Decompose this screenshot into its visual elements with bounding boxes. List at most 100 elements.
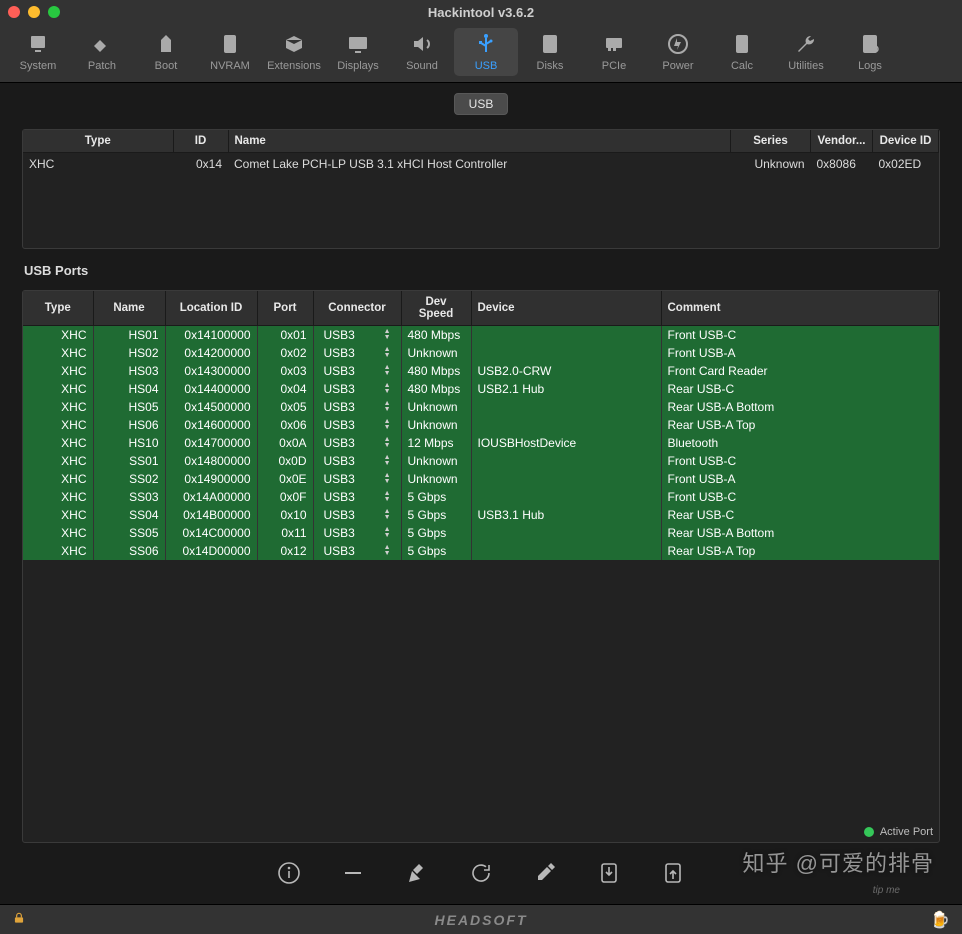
stepper-icon: ▲▼	[384, 401, 391, 413]
pcol-device[interactable]: Device	[471, 291, 661, 326]
controllers-panel: Type ID Name Series Vendor... Device ID …	[22, 129, 940, 249]
pcol-connector[interactable]: Connector	[313, 291, 401, 326]
stepper-icon: ▲▼	[384, 365, 391, 377]
inject-button[interactable]	[533, 861, 557, 888]
connector-select[interactable]: USB3▲▼	[320, 364, 395, 378]
connector-select[interactable]: USB3▲▼	[320, 544, 395, 558]
toolbar-label: Patch	[88, 60, 116, 72]
stepper-icon: ▲▼	[384, 473, 391, 485]
footer: HEADSOFT 🍺	[0, 904, 962, 934]
toolbar-label: Utilities	[788, 60, 823, 72]
connector-select[interactable]: USB3▲▼	[320, 472, 395, 486]
ports-panel: Type Name Location ID Port Connector Dev…	[22, 290, 940, 843]
patch-icon	[88, 32, 116, 56]
toolbar-boot[interactable]: Boot	[134, 28, 198, 76]
col-type[interactable]: Type	[23, 130, 173, 153]
content: USB Type ID Name Series Vendor... Device…	[0, 83, 962, 904]
pcol-name[interactable]: Name	[93, 291, 165, 326]
import-button[interactable]	[597, 861, 621, 888]
stepper-icon: ▲▼	[384, 329, 391, 341]
stepper-icon: ▲▼	[384, 491, 391, 503]
toolbar-label: Boot	[155, 60, 178, 72]
legend-active: Active Port	[880, 826, 933, 838]
port-row[interactable]: XHCSS010x148000000x0DUSB3▲▼UnknownFront …	[23, 452, 939, 470]
tab-usb[interactable]: USB	[454, 93, 509, 115]
extensions-icon	[280, 32, 308, 56]
port-row[interactable]: XHCHS020x142000000x02USB3▲▼UnknownFront …	[23, 344, 939, 362]
toolbar-label: Calc	[731, 60, 753, 72]
ports-table-head: Type Name Location ID Port Connector Dev…	[23, 291, 939, 326]
toolbar-extensions[interactable]: Extensions	[262, 28, 326, 76]
pcol-loc[interactable]: Location ID	[165, 291, 257, 326]
col-series[interactable]: Series	[731, 130, 811, 153]
toolbar-power[interactable]: Power	[646, 28, 710, 76]
toolbar-patch[interactable]: Patch	[70, 28, 134, 76]
port-row[interactable]: XHCHS010x141000000x01USB3▲▼480 MbpsFront…	[23, 326, 939, 344]
main-toolbar: System Patch Boot NVRAMExtensionsDisplays So…	[0, 24, 962, 83]
stepper-icon: ▲▼	[384, 347, 391, 359]
toolbar-label: Sound	[406, 60, 438, 72]
legend: Active Port	[23, 822, 939, 842]
connector-select[interactable]: USB3▲▼	[320, 454, 395, 468]
toolbar-disks[interactable]: Disks	[518, 28, 582, 76]
connector-select[interactable]: USB3▲▼	[320, 418, 395, 432]
col-id[interactable]: ID	[173, 130, 228, 153]
toolbar-pcie[interactable]: PCIe	[582, 28, 646, 76]
pcol-comment[interactable]: Comment	[661, 291, 939, 326]
connector-select[interactable]: USB3▲▼	[320, 508, 395, 522]
connector-select[interactable]: USB3▲▼	[320, 346, 395, 360]
connector-select[interactable]: USB3▲▼	[320, 382, 395, 396]
toolbar-nvram[interactable]: NVRAM	[198, 28, 262, 76]
connector-select[interactable]: USB3▲▼	[320, 490, 395, 504]
toolbar-utilities[interactable]: Utilities	[774, 28, 838, 76]
port-row[interactable]: XHCHS040x144000000x04USB3▲▼480 MbpsUSB2.…	[23, 380, 939, 398]
refresh-button[interactable]	[469, 861, 493, 888]
window-title: Hackintool v3.6.2	[0, 5, 962, 20]
port-row[interactable]: XHCSS050x14C000000x11USB3▲▼5 GbpsRear US…	[23, 524, 939, 542]
col-vendor[interactable]: Vendor...	[811, 130, 873, 153]
stepper-icon: ▲▼	[384, 383, 391, 395]
port-row[interactable]: XHCHS030x143000000x03USB3▲▼480 MbpsUSB2.…	[23, 362, 939, 380]
toolbar-displays[interactable]: Displays	[326, 28, 390, 76]
stepper-icon: ▲▼	[384, 437, 391, 449]
pcol-port[interactable]: Port	[257, 291, 313, 326]
controller-row[interactable]: XHC0x14Comet Lake PCH-LP USB 3.1 xHCI Ho…	[23, 153, 939, 176]
pcol-type[interactable]: Type	[23, 291, 93, 326]
toolbar-sound[interactable]: Sound	[390, 28, 454, 76]
toolbar-usb[interactable]: USB	[454, 28, 518, 76]
calc-icon	[728, 32, 756, 56]
export-button[interactable]	[661, 861, 685, 888]
displays-icon	[344, 32, 372, 56]
port-row[interactable]: XHCSS020x149000000x0EUSB3▲▼UnknownFront …	[23, 470, 939, 488]
stepper-icon: ▲▼	[384, 509, 391, 521]
port-row[interactable]: XHCHS050x145000000x05USB3▲▼UnknownRear U…	[23, 398, 939, 416]
power-icon	[664, 32, 692, 56]
active-port-dot	[864, 827, 874, 837]
connector-select[interactable]: USB3▲▼	[320, 400, 395, 414]
port-row[interactable]: XHCSS060x14D000000x12USB3▲▼5 GbpsRear US…	[23, 542, 939, 560]
usb-icon	[472, 32, 500, 56]
col-name[interactable]: Name	[228, 130, 731, 153]
connector-select[interactable]: USB3▲▼	[320, 526, 395, 540]
toolbar-logs[interactable]: Logs	[838, 28, 902, 76]
remove-button[interactable]	[341, 861, 365, 888]
pcol-speed[interactable]: Dev Speed	[401, 291, 471, 326]
port-row[interactable]: XHCSS040x14B000000x10USB3▲▼5 GbpsUSB3.1 …	[23, 506, 939, 524]
clean-button[interactable]	[405, 861, 429, 888]
toolbar-calc[interactable]: Calc	[710, 28, 774, 76]
info-button[interactable]	[277, 861, 301, 888]
ports-table-body: XHCHS010x141000000x01USB3▲▼480 MbpsFront…	[23, 326, 939, 560]
port-row[interactable]: XHCHS060x146000000x06USB3▲▼UnknownRear U…	[23, 416, 939, 434]
utilities-icon	[792, 32, 820, 56]
toolbar-system[interactable]: System	[6, 28, 70, 76]
connector-select[interactable]: USB3▲▼	[320, 436, 395, 450]
disks-icon	[536, 32, 564, 56]
col-device[interactable]: Device ID	[873, 130, 939, 153]
port-row[interactable]: XHCHS100x147000000x0AUSB3▲▼12 MbpsIOUSBH…	[23, 434, 939, 452]
stepper-icon: ▲▼	[384, 527, 391, 539]
toolbar-label: System	[20, 60, 57, 72]
pcie-icon	[600, 32, 628, 56]
connector-select[interactable]: USB3▲▼	[320, 328, 395, 342]
port-row[interactable]: XHCSS030x14A000000x0FUSB3▲▼5 GbpsFront U…	[23, 488, 939, 506]
toolbar-label: Power	[662, 60, 693, 72]
